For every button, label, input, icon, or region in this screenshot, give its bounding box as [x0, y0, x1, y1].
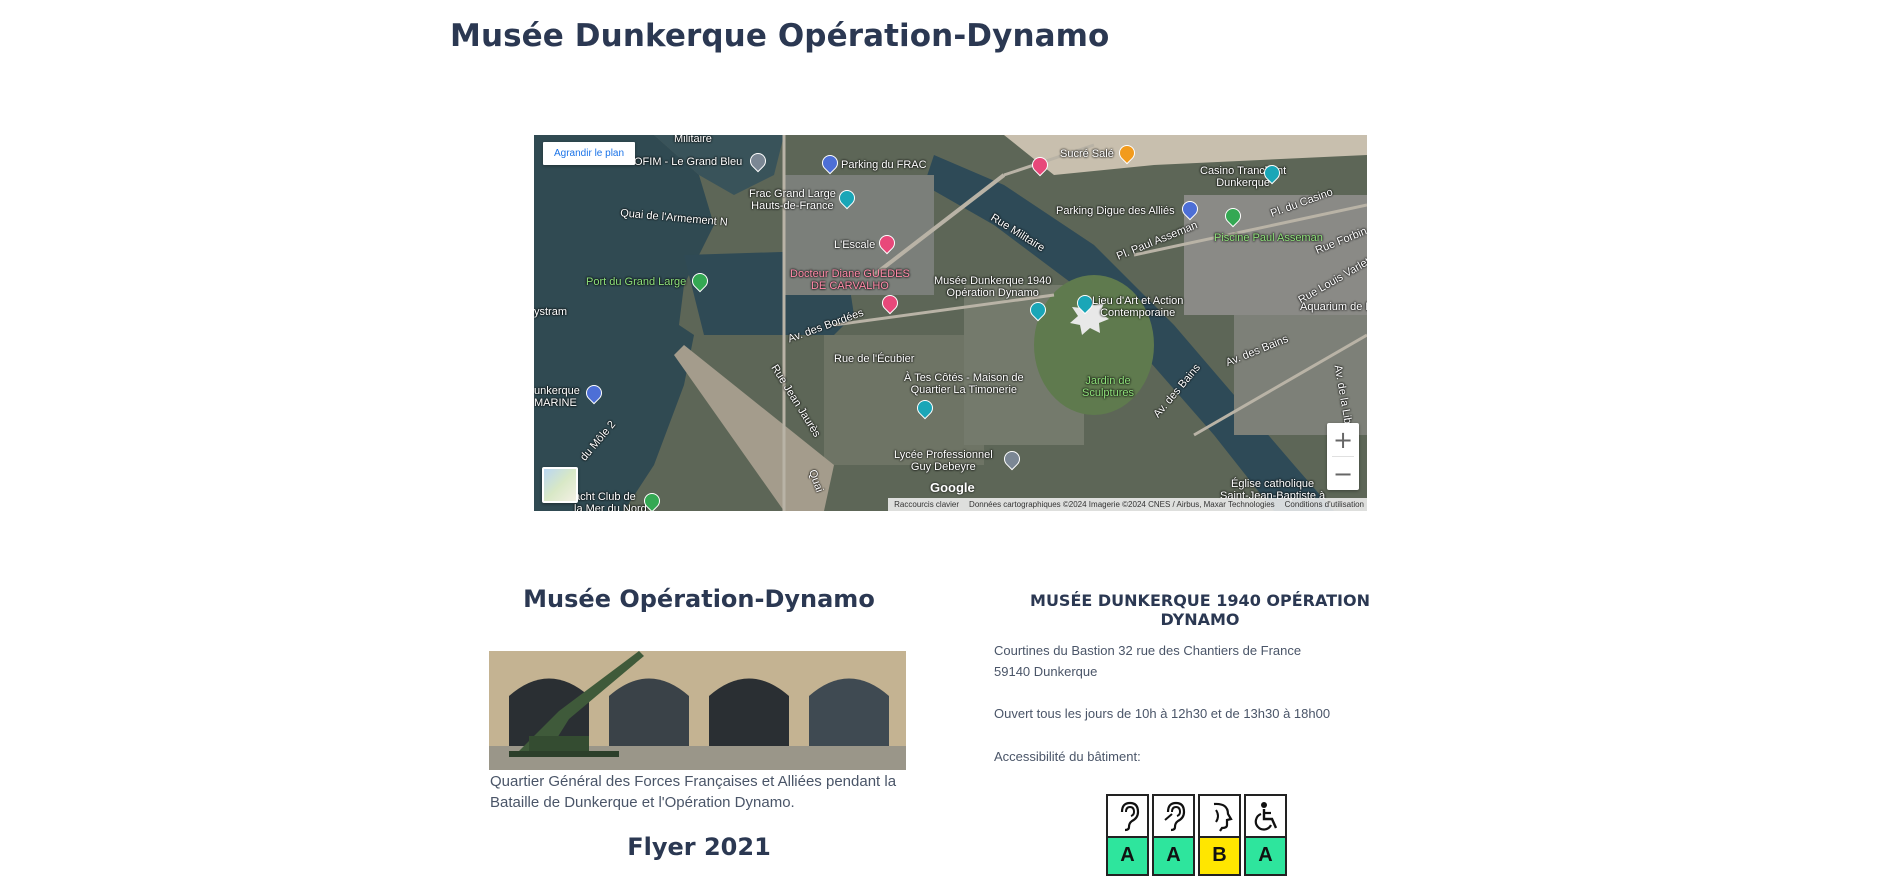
page-title: Musée Dunkerque Opération-Dynamo — [450, 18, 1110, 54]
map-label-yacht-club: acht Club de la Mer du Nord — [574, 491, 647, 511]
map-label-parking-digue: Parking Digue des Alliés — [1056, 205, 1175, 217]
map-attribution: Raccourcis clavier Données cartographiqu… — [888, 498, 1367, 511]
map-data-attribution: Données cartographiques ©2024 Imagerie ©… — [969, 500, 1275, 509]
address-line-2: 59140 Dunkerque — [994, 664, 1098, 679]
map-label-lieu-art: Lieu d'Art et Action Contemporaine — [1092, 295, 1184, 319]
accessibility-grade: A — [1244, 836, 1287, 876]
address-line-1: Courtines du Bastion 32 rue des Chantier… — [994, 643, 1302, 658]
map-label-lycee: Lycée Professionnel Guy Debeyre — [894, 449, 993, 473]
terms-link[interactable]: Conditions d'utilisation — [1285, 500, 1364, 509]
accessibility-mobility: A — [1244, 794, 1287, 876]
map-label-parking-frac: Parking du FRAC — [841, 159, 927, 171]
map-label-aquarium: Aquarium de Dunk — [1300, 301, 1367, 313]
wheelchair-icon — [1244, 794, 1287, 836]
map-label-lescale: L'Escale — [834, 239, 876, 251]
map-label-piscine: Piscine Paul Asseman — [1214, 232, 1323, 244]
map-label-jardin: Jardin de Sculptures — [1082, 375, 1134, 399]
map-label-docteur: Docteur Diane GUEDES DE CARVALHO — [790, 268, 910, 292]
zoom-control: + − — [1327, 423, 1359, 490]
map-label-frac: Frac Grand Large Hauts-de-France — [749, 188, 836, 212]
map-label-ystram: ystram — [534, 306, 567, 318]
flyer-title: Flyer 2021 — [627, 833, 771, 861]
map-label-maison-quartier: À Tes Côtés - Maison de Quartier La Timo… — [904, 372, 1024, 396]
ear-icon — [1152, 794, 1195, 836]
accessibility-table: A A B A — [1106, 794, 1287, 876]
map-label-sucre-sale: Sucré Salé — [1060, 148, 1114, 160]
accessibility-mental: B — [1198, 794, 1241, 876]
accessibility-hearing-2: A — [1152, 794, 1195, 876]
accessibility-hearing-1: A — [1106, 794, 1149, 876]
enlarge-map-button[interactable]: Agrandir le plan — [543, 142, 636, 165]
accessibility-grade: A — [1106, 836, 1149, 876]
opening-hours: Ouvert tous les jours de 10h à 12h30 et … — [994, 706, 1331, 721]
head-profile-icon — [1198, 794, 1241, 836]
map-label-dunkerque-marine: unkerque MARINE — [534, 385, 580, 409]
museum-photo — [489, 651, 906, 770]
museum-info-heading: MUSÉE DUNKERQUE 1940 OPÉRATION DYNAMO — [1030, 591, 1370, 629]
accessibility-grade: B — [1198, 836, 1241, 876]
embedded-map[interactable]: Militaire OFIM - Le Grand Bleu Parking d… — [534, 135, 1367, 511]
museum-photo-caption: Quartier Général des Forces Françaises e… — [490, 773, 897, 811]
ear-icon — [1106, 794, 1149, 836]
map-layer-toggle[interactable] — [542, 467, 578, 503]
map-label-rue-ecubier: Rue de l'Écubier — [834, 353, 915, 365]
accessibility-label: Accessibilité du bâtiment: — [994, 749, 1141, 764]
map-label-port-grand-large: Port du Grand Large — [586, 276, 687, 288]
map-label-musee: Musée Dunkerque 1940 Opération Dynamo — [934, 275, 1052, 299]
map-label-militaire: Militaire — [674, 135, 712, 145]
zoom-in-button[interactable]: + — [1327, 423, 1359, 456]
zoom-out-button[interactable]: − — [1327, 457, 1359, 490]
accessibility-grade: A — [1152, 836, 1195, 876]
museum-section-title: Musée Opération-Dynamo — [523, 585, 875, 613]
museum-photo-image — [489, 651, 906, 770]
map-label-ofim: OFIM - Le Grand Bleu — [634, 156, 743, 168]
google-logo: Google — [930, 480, 975, 495]
keyboard-shortcuts-link[interactable]: Raccourcis clavier — [894, 500, 959, 509]
